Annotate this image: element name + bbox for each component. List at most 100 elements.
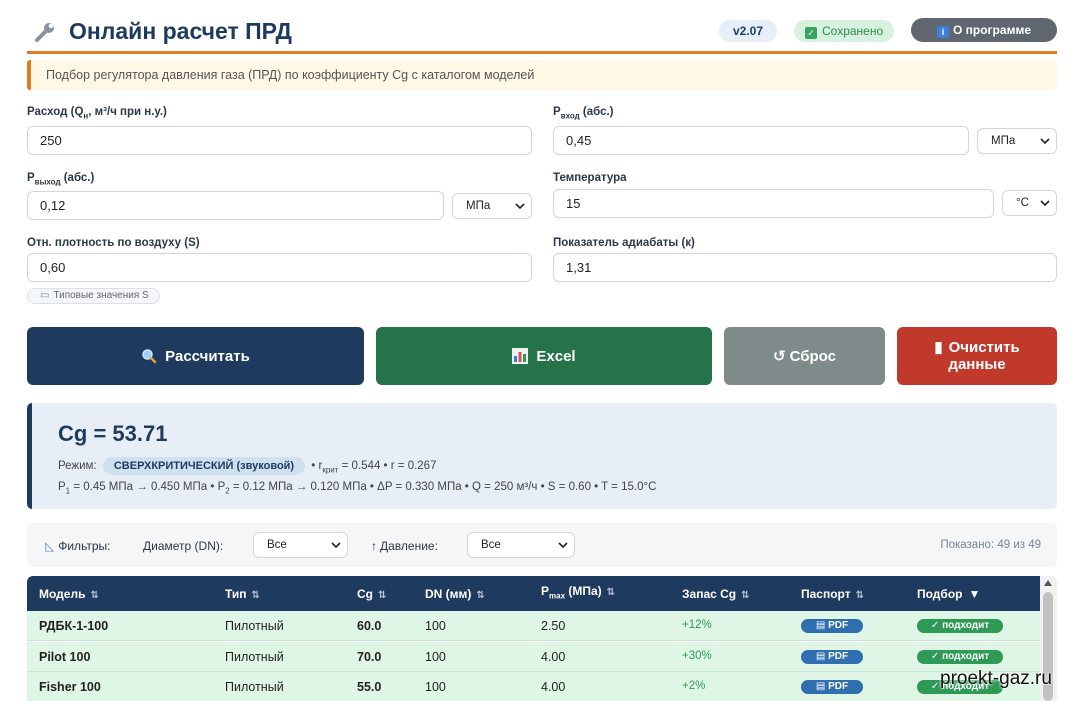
cell-type: Пилотный [225, 650, 284, 664]
col-type[interactable]: Тип ⇅ [225, 587, 260, 601]
saved-label: Сохранено [822, 24, 884, 38]
temp-unit-select[interactable]: °C [1002, 190, 1057, 216]
cell-dn: 100 [425, 619, 446, 633]
pdf-button[interactable]: ▤ PDF [801, 680, 863, 694]
p-in-label: Pвход (абс.) [553, 106, 614, 121]
cell-dn: 100 [425, 680, 446, 694]
cell-type: Пилотный [225, 680, 284, 694]
p-out-unit-value: МПа [466, 200, 491, 212]
check-icon: ✓ [805, 27, 817, 39]
p-in-input[interactable]: 0,45 [553, 126, 969, 155]
bar-chart-icon [512, 348, 529, 364]
chevron-down-icon [1040, 200, 1050, 207]
cell-model: Pilot 100 [39, 650, 91, 664]
calculate-button[interactable]: Рассчитать [27, 327, 364, 385]
diameter-filter-select[interactable]: Все [253, 532, 348, 558]
chevron-down-icon [515, 203, 525, 210]
cell-pmax: 2.50 [541, 619, 566, 633]
table-row[interactable]: РДБК-1-100 Пилотный 60.0 100 2.50 +12% ▤… [27, 611, 1040, 641]
table-row[interactable]: Fisher 100 Пилотный 55.0 100 4.00 +2% ▤ … [27, 672, 1040, 701]
pdf-button[interactable]: ▤ PDF [801, 650, 863, 664]
shown-count: Показано: 49 из 49 [940, 539, 1041, 551]
rcrit-text: • rкрит = 0.544 • r = 0.267 [311, 460, 437, 475]
typical-values-label: Типовые значения S [53, 290, 149, 301]
about-button[interactable]: iО программе [911, 18, 1057, 42]
sort-icon: ⇅ [378, 590, 387, 601]
col-reserve[interactable]: Запас Cg ⇅ [682, 587, 750, 601]
pressure-filter-select[interactable]: Все [467, 532, 575, 558]
wrench-icon [35, 23, 54, 42]
typical-values-chip[interactable]: ▭ Типовые значения S [27, 288, 160, 304]
clear-line2: данные [948, 356, 1006, 373]
mode-badge: СВЕРХКРИТИЧЕСКИЙ (звуковой) [102, 457, 306, 475]
p-out-unit-select[interactable]: МПа [452, 193, 532, 219]
p-in-unit-select[interactable]: МПа [977, 128, 1057, 154]
pressure-filter-value: Все [481, 539, 501, 551]
trash-icon: ▮ [934, 339, 943, 356]
cell-reserve: +2% [682, 680, 706, 692]
adiabatic-input[interactable]: 1,31 [553, 253, 1057, 282]
col-passport[interactable]: Паспорт ⇅ [801, 587, 864, 601]
cell-type: Пилотный [225, 619, 284, 633]
fits-badge: ✓ подходит [917, 619, 1003, 633]
cell-cg: 70.0 [357, 650, 382, 664]
reset-icon: ↺ [773, 348, 786, 365]
filters-label: ◺ Фильтры: [45, 539, 111, 553]
adiabatic-label: Показатель адиабаты (к) [553, 237, 695, 249]
mode-label: Режим: [58, 460, 97, 472]
cell-model: Fisher 100 [39, 680, 101, 694]
flow-input[interactable]: 250 [27, 126, 532, 155]
excel-button[interactable]: Excel [376, 327, 712, 385]
col-cg[interactable]: Cg ⇅ [357, 587, 386, 601]
pdf-button[interactable]: ▤ PDF [801, 619, 863, 633]
mode-line: Режим: СВЕРХКРИТИЧЕСКИЙ (звуковой) • rкр… [58, 457, 436, 475]
watermark: proekt-gaz.ru [940, 668, 1052, 689]
table-row[interactable]: Pilot 100 Пилотный 70.0 100 4.00 +30% ▤ … [27, 642, 1040, 672]
p-out-label: Pвыход (абс.) [27, 172, 95, 187]
flow-label: Расход (Qн, м³/ч при н.у.) [27, 106, 167, 121]
search-icon [142, 349, 157, 364]
scroll-up-arrow-icon[interactable] [1044, 580, 1052, 586]
density-label: Отн. плотность по воздуху (S) [27, 237, 200, 249]
chevron-down-icon [558, 542, 568, 549]
sort-icon: ⇅ [90, 590, 99, 601]
page-title: Онлайн расчет ПРД [69, 18, 292, 44]
sort-icon: ⇅ [606, 587, 616, 598]
col-model[interactable]: Модель ⇅ [39, 587, 99, 601]
models-table: Модель ⇅ Тип ⇅ Cg ⇅ DN (мм) ⇅ Pmax (МПа) ⇅ За… [27, 576, 1057, 701]
cell-dn: 100 [425, 650, 446, 664]
cell-model: РДБК-1-100 [39, 619, 109, 633]
sort-desc-icon: ▼ [968, 587, 981, 601]
col-select[interactable]: Подбор ▼ [917, 587, 980, 601]
info-icon: i [936, 26, 949, 38]
version-badge: v2.07 [719, 20, 778, 42]
chevron-down-icon [1040, 138, 1050, 145]
p-in-unit-value: МПа [991, 135, 1016, 147]
params-line: P1 = 0.45 МПа → 0.450 МПа • P2 = 0.12 МП… [58, 481, 657, 496]
pressure-filter-label: ↑ Давление: [371, 539, 438, 553]
temp-input[interactable]: 15 [553, 189, 994, 218]
sort-icon: ⇅ [741, 590, 750, 601]
chevron-down-icon [331, 542, 341, 549]
cell-cg: 60.0 [357, 619, 382, 633]
table-header: Модель ⇅ Тип ⇅ Cg ⇅ DN (мм) ⇅ Pmax (МПа) ⇅ За… [27, 576, 1040, 611]
cell-reserve: +12% [682, 619, 712, 631]
saved-badge: ✓ Сохранено [794, 20, 895, 42]
reset-button[interactable]: ↺ Сброс [724, 327, 885, 385]
about-label: О программе [952, 23, 1031, 37]
sort-icon: ⇅ [855, 590, 864, 601]
clear-data-button[interactable]: ▮ Очистить данные [897, 327, 1057, 385]
col-dn[interactable]: DN (мм) ⇅ [425, 587, 485, 601]
diameter-filter-label: Диаметр (DN): [143, 539, 224, 553]
density-input[interactable]: 0,60 [27, 253, 532, 282]
calculate-label: Рассчитать [165, 347, 250, 365]
filters-bar: ◺ Фильтры: Диаметр (DN): Все ↑ Давление: В… [27, 523, 1057, 567]
p-out-input[interactable]: 0,12 [27, 191, 444, 220]
ruler-icon: ◺ [45, 539, 55, 553]
col-pmax[interactable]: Pmax (МПа) ⇅ [541, 584, 615, 600]
temp-label: Температура [553, 172, 627, 184]
arrow-up-icon: ↑ [371, 539, 377, 553]
cell-pmax: 4.00 [541, 680, 566, 694]
reset-label: Сброс [789, 347, 836, 365]
temp-unit-value: °C [1016, 197, 1029, 209]
